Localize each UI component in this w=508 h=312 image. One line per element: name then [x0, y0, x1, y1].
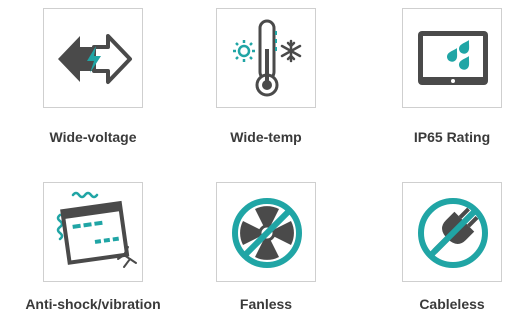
feature-tile-fanless [216, 182, 316, 282]
feature-tile-wide-voltage [43, 8, 143, 108]
feature-tile-wide-temp [216, 8, 316, 108]
feature-label-wide-voltage: Wide-voltage [49, 129, 137, 145]
feature-label-anti-shock: Anti-shock/vibration [25, 296, 161, 312]
no-plug-icon [418, 198, 488, 268]
device-vibration-crack-icon [56, 191, 137, 268]
feature-label-ip65-rating: IP65 Rating [413, 129, 491, 145]
feature-tile-ip65-rating [402, 8, 502, 108]
double-arrow-lightning-icon [58, 34, 132, 84]
thermometer-sun-snowflake-icon [233, 19, 302, 97]
feature-tile-cableless [402, 182, 502, 282]
feature-label-wide-temp: Wide-temp [230, 129, 302, 145]
feature-label-fanless: Fanless [239, 296, 293, 312]
feature-tile-anti-shock [43, 182, 143, 282]
feature-label-cableless: Cableless [419, 296, 485, 312]
no-fan-icon [232, 198, 302, 268]
tablet-water-drops-icon [418, 31, 488, 85]
